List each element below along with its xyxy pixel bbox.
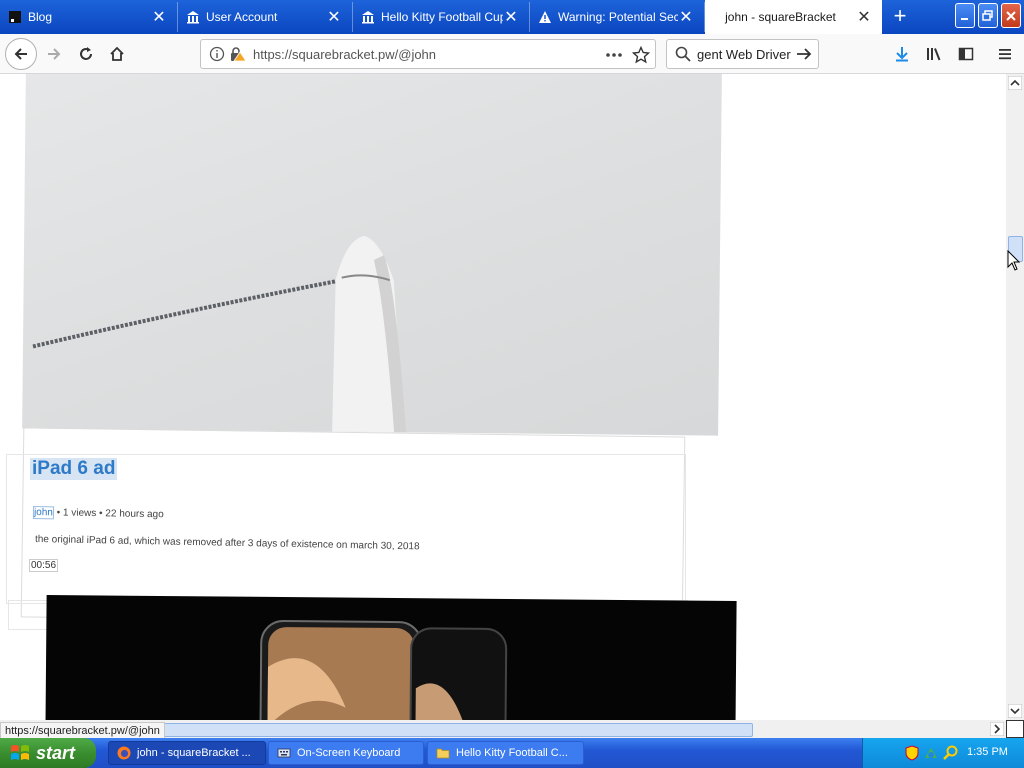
- video-title-link[interactable]: iPad 6 ad: [30, 458, 118, 480]
- windows-taskbar: start john - squareBracket ... On-Screen…: [0, 738, 1024, 768]
- blog-favicon-icon: [8, 10, 22, 24]
- taskbar-item-folder[interactable]: Hello Kitty Football C...: [427, 741, 584, 765]
- menu-button[interactable]: [991, 40, 1019, 68]
- tab-title: Hello Kitty Football Cup: [381, 10, 503, 24]
- search-bar[interactable]: gent Web Driver: [666, 39, 819, 69]
- tab-title: john - squareBracket: [725, 10, 836, 24]
- library-button[interactable]: [920, 40, 948, 68]
- minimize-button[interactable]: [955, 3, 975, 28]
- reload-icon: [80, 47, 92, 60]
- close-icon: [1006, 10, 1016, 21]
- back-button[interactable]: [5, 38, 37, 70]
- clock: 1:35 PM: [967, 746, 1008, 758]
- close-icon[interactable]: ✕: [856, 7, 872, 27]
- tab-john-squarebracket[interactable]: john - squareBracket ✕: [705, 0, 882, 34]
- insecure-lock-icon[interactable]: [229, 46, 247, 62]
- search-input[interactable]: gent Web Driver: [697, 47, 791, 62]
- museum-icon: [186, 10, 200, 24]
- navigation-toolbar: https://squarebracket.pw/@john gent Web …: [0, 34, 1024, 74]
- scroll-right-icon[interactable]: [990, 722, 1004, 736]
- phones-image: [259, 620, 508, 720]
- scroll-down-icon[interactable]: [1008, 704, 1022, 718]
- close-icon[interactable]: ✕: [151, 7, 167, 27]
- home-icon: [110, 46, 124, 61]
- taskbar-item-firefox[interactable]: john - squareBracket ...: [108, 741, 266, 765]
- home-button[interactable]: [103, 40, 131, 68]
- tab-strip: Blog ✕ User Account ✕ Hello Kitty Footba…: [0, 0, 1024, 34]
- tab-user-account[interactable]: User Account ✕: [178, 2, 353, 32]
- scroll-up-icon[interactable]: [1008, 76, 1022, 90]
- page-content: iPad 6 ad john • 1 views • 22 hours ago …: [0, 74, 1006, 720]
- hamburger-menu-icon: [999, 49, 1011, 60]
- search-icon: [675, 46, 691, 62]
- sidebar-button[interactable]: [952, 40, 980, 68]
- start-button[interactable]: start: [0, 738, 96, 768]
- download-icon: [896, 47, 908, 62]
- pencil-image: [32, 235, 407, 433]
- tab-title: Blog: [28, 10, 53, 24]
- arrow-left-icon: [14, 48, 27, 60]
- keyboard-icon: [277, 748, 291, 758]
- search-go-icon[interactable]: [795, 46, 813, 62]
- forward-button[interactable]: [40, 40, 68, 68]
- taskbar-item-keyboard[interactable]: On-Screen Keyboard: [268, 741, 424, 765]
- close-icon[interactable]: ✕: [678, 7, 694, 27]
- taskbar-item-label: Hello Kitty Football C...: [456, 747, 568, 759]
- mouse-cursor-icon: [1007, 250, 1021, 271]
- video-meta: john • 1 views • 22 hours ago: [32, 506, 164, 521]
- system-tray: 1:35 PM: [862, 738, 1024, 768]
- tab-blog[interactable]: Blog ✕: [0, 2, 178, 32]
- windows-logo-icon: [11, 745, 29, 760]
- search-tray-icon[interactable]: [943, 745, 959, 761]
- security-shield-icon[interactable]: [905, 745, 919, 761]
- window-close-button[interactable]: [1001, 3, 1021, 28]
- firefox-icon: [117, 746, 131, 760]
- tab-title: User Account: [206, 10, 278, 24]
- tab-title: Warning: Potential Secu: [558, 10, 678, 24]
- warning-icon: [538, 10, 552, 24]
- sidebar-icon: [958, 47, 974, 61]
- minimize-icon: [961, 17, 968, 20]
- start-label: start: [36, 742, 76, 763]
- new-tab-button[interactable]: +: [888, 4, 912, 28]
- library-icon: [927, 48, 941, 61]
- tab-warning[interactable]: Warning: Potential Secu ✕: [530, 2, 705, 32]
- close-icon[interactable]: ✕: [503, 7, 519, 27]
- close-icon[interactable]: ✕: [326, 7, 342, 27]
- scrollbar-corner: [1006, 720, 1024, 738]
- more-actions-icon[interactable]: [605, 52, 623, 58]
- video-duration: 00:56: [29, 559, 59, 572]
- network-icon[interactable]: [923, 745, 939, 761]
- museum-icon: [361, 10, 375, 24]
- downloads-button[interactable]: [888, 40, 916, 68]
- restore-icon: [982, 9, 993, 21]
- info-icon[interactable]: [209, 46, 225, 62]
- video-thumbnail[interactable]: [22, 74, 722, 436]
- url-text: https://squarebracket.pw/@john: [253, 47, 437, 62]
- video-thumbnail[interactable]: [45, 594, 737, 720]
- url-bar[interactable]: https://squarebracket.pw/@john: [200, 39, 656, 69]
- taskbar-item-label: On-Screen Keyboard: [297, 747, 401, 759]
- folder-icon: [436, 748, 450, 759]
- bookmark-star-icon[interactable]: [632, 46, 650, 64]
- tab-hello-kitty[interactable]: Hello Kitty Football Cup ✕: [353, 2, 530, 32]
- author-link[interactable]: john: [32, 506, 55, 520]
- reload-button[interactable]: [72, 40, 100, 68]
- arrow-right-icon: [48, 48, 61, 60]
- restore-button[interactable]: [978, 3, 998, 28]
- vertical-scrollbar[interactable]: [1006, 74, 1024, 720]
- meta-text: • 1 views • 22 hours ago: [53, 507, 164, 521]
- taskbar-item-label: john - squareBracket ...: [137, 747, 251, 759]
